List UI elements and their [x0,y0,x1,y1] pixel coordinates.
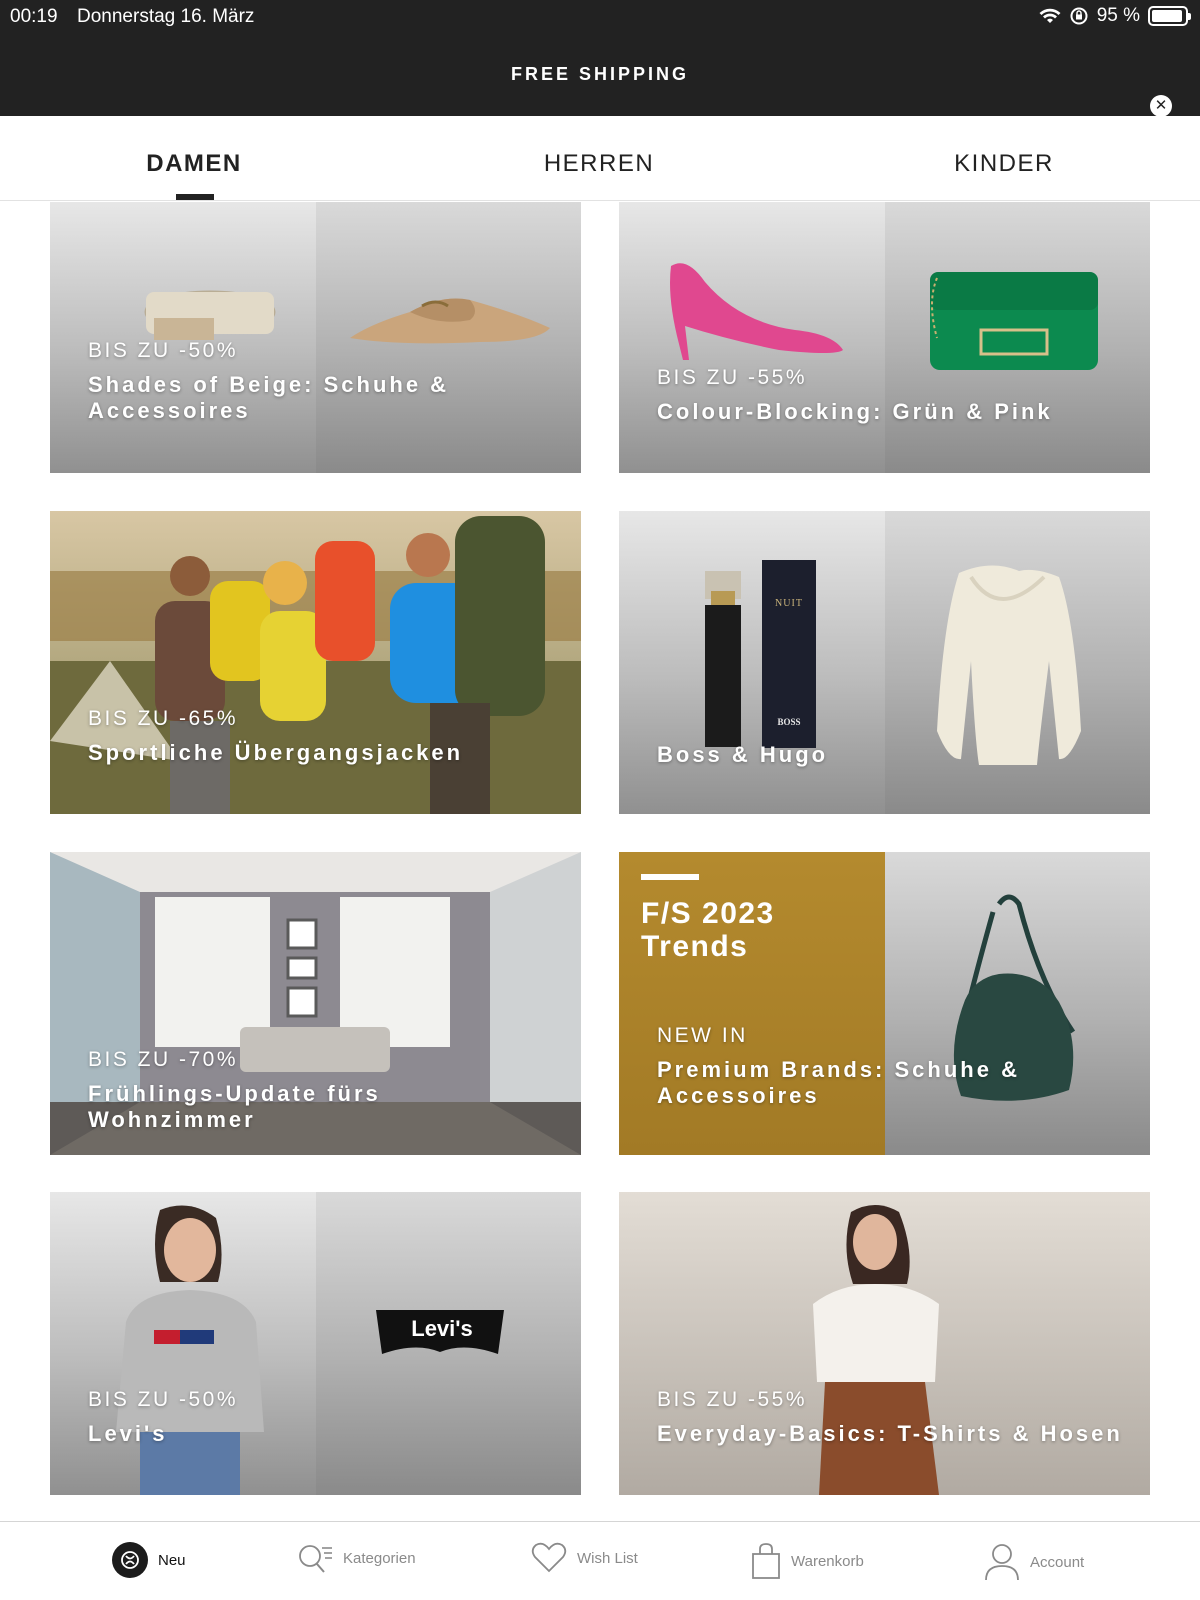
nav-neu[interactable]: Neu [112,1542,186,1578]
trends-headline: F/S 2023 Trends [641,897,775,963]
levis-model-illustration [116,1205,504,1495]
nav-label: Kategorien [343,1549,416,1567]
tile-title: Sportliche Übergangsjacken [88,740,464,765]
search-categories-icon [297,1542,333,1574]
shopping-bag-icon [751,1542,781,1580]
belt-and-shoe-illustration [144,290,550,344]
tile-discount: BIS ZU -70% [88,1048,239,1071]
tile-title: Levi's [88,1421,168,1446]
tile-discount: BIS ZU -50% [88,1388,239,1411]
status-time: 00:19 [10,6,58,27]
perfume-brand-label: BOSS [777,717,801,727]
battery-percentage: 95 % [1096,5,1140,26]
nav-kategorien[interactable]: Kategorien [297,1542,416,1574]
tile-discount: BIS ZU -55% [657,1388,808,1411]
tile-discount: BIS ZU -65% [88,707,239,730]
tile-title: Boss & Hugo [657,742,829,767]
close-icon: ✕ [1154,97,1168,114]
campaign-tile-wohnzimmer[interactable]: BIS ZU -70% Frühlings-Update fürs Wohnzi… [50,852,581,1155]
levis-logo-text: Levi's [411,1316,473,1341]
gold-rule [641,874,699,880]
tile-caption: NEW IN Premium Brands: Schuhe & Accessoi… [657,1024,1126,1109]
orientation-lock-icon [1069,6,1089,26]
active-tab-indicator [176,194,214,200]
campaign-tile-levis[interactable]: Levi's BIS ZU -50% Levi's [50,1192,581,1495]
user-icon [984,1542,1020,1582]
heart-icon [531,1542,567,1574]
wifi-icon [1039,8,1061,25]
tile-caption: BIS ZU -50% Levi's [88,1388,557,1447]
campaign-tile-boss-hugo[interactable]: NUIT BOSS Boss & Hugo [619,511,1150,814]
campaign-tile-fs-2023-trends[interactable]: F/S 2023 Trends NEW IN Premium Brands: S… [619,852,1150,1155]
tile-discount: BIS ZU -55% [657,366,808,389]
bottom-navigation: Neu Kategorien Wish List Warenkorb Accou… [0,1521,1200,1600]
promo-text: FREE SHIPPING [510,64,690,84]
tile-caption: BIS ZU -50% Shades of Beige: Schuhe & Ac… [88,339,557,424]
tile-title: Premium Brands: Schuhe & Accessoires [657,1057,1020,1108]
tshirt-model-photo [619,1192,1150,1495]
tile-caption: BIS ZU -65% Sportliche Übergangsjacken [88,707,557,766]
status-date: Donnerstag 16. März [77,6,255,27]
nav-label: Account [1030,1553,1085,1571]
pump-and-bag-illustration [670,263,1098,370]
nav-label: Wish List [577,1549,638,1567]
nav-account[interactable]: Account [984,1542,1084,1582]
battery-icon [1148,6,1191,26]
status-bar: 00:19 Donnerstag 16. März 95 % [0,0,1200,32]
tile-caption: Boss & Hugo [657,742,1126,768]
tab-kinder[interactable]: KINDER [874,150,1134,178]
close-promo-button[interactable]: ✕ [1150,95,1172,117]
tile-title: Shades of Beige: Schuhe & Accessoires [88,372,450,423]
promo-banner: FREE SHIPPING ✕ [0,32,1200,117]
campaign-tile-shades-of-beige[interactable]: BIS ZU -50% Shades of Beige: Schuhe & Ac… [50,202,581,473]
tile-title: Everyday-Basics: T-Shirts & Hosen [657,1421,1123,1446]
tile-title: Colour-Blocking: Grün & Pink [657,399,1053,424]
tile-caption: BIS ZU -55% Everyday-Basics: T-Shirts & … [657,1388,1126,1447]
nav-label: Warenkorb [791,1552,864,1570]
hikers-photo [50,511,581,814]
campaign-tile-everyday-basics[interactable]: BIS ZU -55% Everyday-Basics: T-Shirts & … [619,1192,1150,1495]
nav-warenkorb[interactable]: Warenkorb [751,1542,864,1580]
nav-wish-list[interactable]: Wish List [531,1542,638,1574]
tile-discount: NEW IN [657,1024,748,1047]
status-indicators: 95 % [1039,5,1191,27]
tile-title: Frühlings-Update fürs Wohnzimmer [88,1081,381,1132]
perfume-box-label: NUIT [775,598,803,609]
tab-damen[interactable]: DAMEN [64,150,324,178]
tile-caption: BIS ZU -55% Colour-Blocking: Grün & Pink [657,366,1126,425]
tile-caption: BIS ZU -70% Frühlings-Update fürs Wohnzi… [88,1048,557,1133]
campaign-tile-colour-blocking[interactable]: BIS ZU -55% Colour-Blocking: Grün & Pink [619,202,1150,473]
neu-icon [112,1542,148,1578]
perfume-and-sweater-illustration [705,560,1081,765]
tile-discount: BIS ZU -50% [88,339,239,362]
gender-tabs: DAMEN HERREN KINDER [0,116,1200,201]
nav-label: Neu [158,1551,186,1569]
campaign-tile-sportliche-jacken[interactable]: BIS ZU -65% Sportliche Übergangsjacken [50,511,581,814]
tab-herren[interactable]: HERREN [469,150,729,178]
